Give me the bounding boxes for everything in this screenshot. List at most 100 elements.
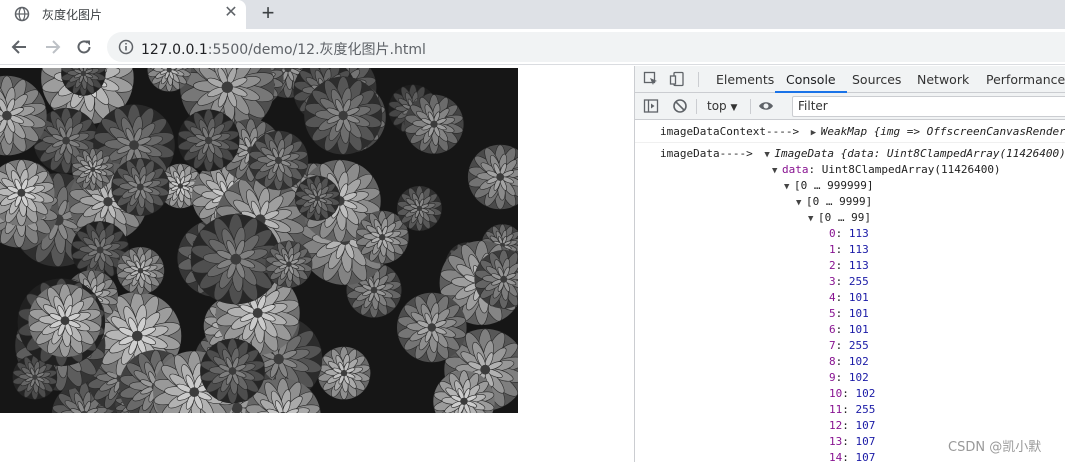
new-tab-button[interactable]: + xyxy=(258,2,278,24)
tree-node[interactable]: ▼ [0 … 999999] xyxy=(784,178,873,194)
tab-elements[interactable]: Elements xyxy=(716,66,774,93)
address-bar[interactable]: 127.0.0.1:5500/demo/12.灰度化图片.html xyxy=(107,32,1065,62)
range-label: [0 … 9999] xyxy=(806,195,873,208)
entry-value: 107 xyxy=(855,451,876,462)
browser-toolbar: 127.0.0.1:5500/demo/12.灰度化图片.html xyxy=(0,29,1065,65)
entry-value: 107 xyxy=(855,419,876,432)
entry-value: 113 xyxy=(848,227,869,240)
property-value: Uint8ClampedArray(11426400) xyxy=(821,163,1001,176)
divider xyxy=(696,99,697,114)
entry-index: 2 xyxy=(829,259,836,272)
array-entry: 2: 113 xyxy=(829,259,869,272)
entry-value: 102 xyxy=(848,371,869,384)
close-icon[interactable]: ✕ xyxy=(222,4,240,22)
console-message: imageDataContext----> ▶ WeakMap {img => O… xyxy=(635,121,1065,143)
collapse-triangle-icon[interactable]: ▼ xyxy=(764,147,774,163)
url-text: 127.0.0.1:5500/demo/12.灰度化图片.html xyxy=(141,39,426,59)
context-selector[interactable]: top ▼ xyxy=(707,99,737,113)
console-message: imageData----> ▼ ImageData {data: Uint8Cl… xyxy=(635,144,1065,462)
entry-index: 14 xyxy=(829,451,843,462)
entry-index: 9 xyxy=(829,371,836,384)
watermark: CSDN @凯小默 xyxy=(948,440,1042,455)
tab-strip: 灰度化图片 ✕ + xyxy=(0,0,1065,29)
tab-console[interactable]: Console xyxy=(775,66,847,93)
entry-index: 8 xyxy=(829,355,836,368)
object-preview: {img => OffscreenCanvasRenderi xyxy=(873,125,1065,138)
browser-tab[interactable]: 灰度化图片 ✕ xyxy=(0,0,246,29)
object-type[interactable]: ImageData xyxy=(774,147,834,160)
forward-arrow-icon[interactable] xyxy=(42,37,62,57)
tab-sources[interactable]: Sources xyxy=(852,66,901,93)
back-arrow-icon[interactable] xyxy=(10,37,30,57)
entry-index: 3 xyxy=(829,275,836,288)
entry-index: 5 xyxy=(829,307,836,320)
console-toolbar: top ▼ Filter xyxy=(635,93,1065,120)
tree-node[interactable]: ▼ [0 … 99] xyxy=(808,210,871,226)
array-entry: 12: 107 xyxy=(829,419,876,432)
tab-title: 灰度化图片 xyxy=(42,8,103,22)
collapse-triangle-icon[interactable]: ▼ xyxy=(784,179,794,195)
entry-value: 255 xyxy=(855,403,876,416)
dropdown-arrow-icon: ▼ xyxy=(730,103,738,113)
tab-network[interactable]: Network xyxy=(917,66,969,93)
entry-value: 255 xyxy=(848,339,869,352)
collapse-triangle-icon[interactable]: ▼ xyxy=(808,211,818,227)
entry-value: 113 xyxy=(848,259,869,272)
array-entry: 4: 101 xyxy=(829,291,869,304)
entry-index: 12 xyxy=(829,419,843,432)
entry-value: 102 xyxy=(848,355,869,368)
devtools-tabbar: Elements Console Sources Network Perform… xyxy=(635,66,1065,93)
array-entry: 14: 107 xyxy=(829,451,876,462)
array-entry: 10: 102 xyxy=(829,387,876,400)
array-entry: 6: 101 xyxy=(829,323,869,336)
context-label: top xyxy=(707,99,727,113)
entry-index: 11 xyxy=(829,403,843,416)
console-output: imageDataContext----> ▶ WeakMap {img => O… xyxy=(635,121,1065,462)
property-key: data xyxy=(782,163,809,176)
entry-index: 13 xyxy=(829,435,843,448)
log-label: imageData----> xyxy=(660,147,753,160)
entry-value: 101 xyxy=(848,307,869,320)
array-entry: 5: 101 xyxy=(829,307,869,320)
globe-icon xyxy=(14,6,30,22)
tree-node[interactable]: ▼ [0 … 9999] xyxy=(796,194,872,210)
collapse-triangle-icon[interactable]: ▼ xyxy=(772,163,782,179)
array-entry: 7: 255 xyxy=(829,339,869,352)
divider xyxy=(698,72,699,87)
collapse-triangle-icon[interactable]: ▼ xyxy=(796,195,806,211)
range-label: [0 … 99] xyxy=(818,211,871,224)
divider xyxy=(750,99,751,114)
url-path: :5500/demo/12.灰度化图片.html xyxy=(207,42,426,58)
device-toolbar-icon[interactable] xyxy=(669,71,685,87)
reload-icon[interactable] xyxy=(74,37,94,57)
page-viewport xyxy=(0,66,634,462)
range-label: [0 … 999999] xyxy=(794,179,874,192)
entry-index: 10 xyxy=(829,387,843,400)
entry-index: 1 xyxy=(829,243,836,256)
tree-node[interactable]: ▼ data: Uint8ClampedArray(11426400) xyxy=(772,162,1001,178)
url-host: 127.0.0.1 xyxy=(141,42,208,58)
sidebar-toggle-icon[interactable] xyxy=(643,98,659,114)
object-type[interactable]: WeakMap xyxy=(821,125,867,138)
expand-triangle-icon[interactable]: ▶ xyxy=(811,125,821,141)
clear-console-icon[interactable] xyxy=(672,98,688,114)
array-entry: 3: 255 xyxy=(829,275,869,288)
entry-value: 101 xyxy=(848,323,869,336)
array-entry: 11: 255 xyxy=(829,403,876,416)
entry-index: 7 xyxy=(829,339,836,352)
entry-value: 101 xyxy=(848,291,869,304)
info-icon[interactable] xyxy=(118,39,134,55)
array-entry: 0: 113 xyxy=(829,227,869,240)
grayscale-flower-canvas xyxy=(0,68,518,413)
inspect-element-icon[interactable] xyxy=(643,71,659,87)
array-entry: 8: 102 xyxy=(829,355,869,368)
console-filter-input[interactable]: Filter xyxy=(792,96,1065,117)
array-entry: 13: 107 xyxy=(829,435,876,448)
entry-value: 255 xyxy=(848,275,869,288)
tab-performance[interactable]: Performance xyxy=(986,66,1065,93)
object-preview: {data: Uint8ClampedArray(11426400), xyxy=(840,147,1065,160)
eye-icon[interactable] xyxy=(758,98,774,114)
entry-index: 6 xyxy=(829,323,836,336)
array-entry: 9: 102 xyxy=(829,371,869,384)
entry-value: 102 xyxy=(855,387,876,400)
